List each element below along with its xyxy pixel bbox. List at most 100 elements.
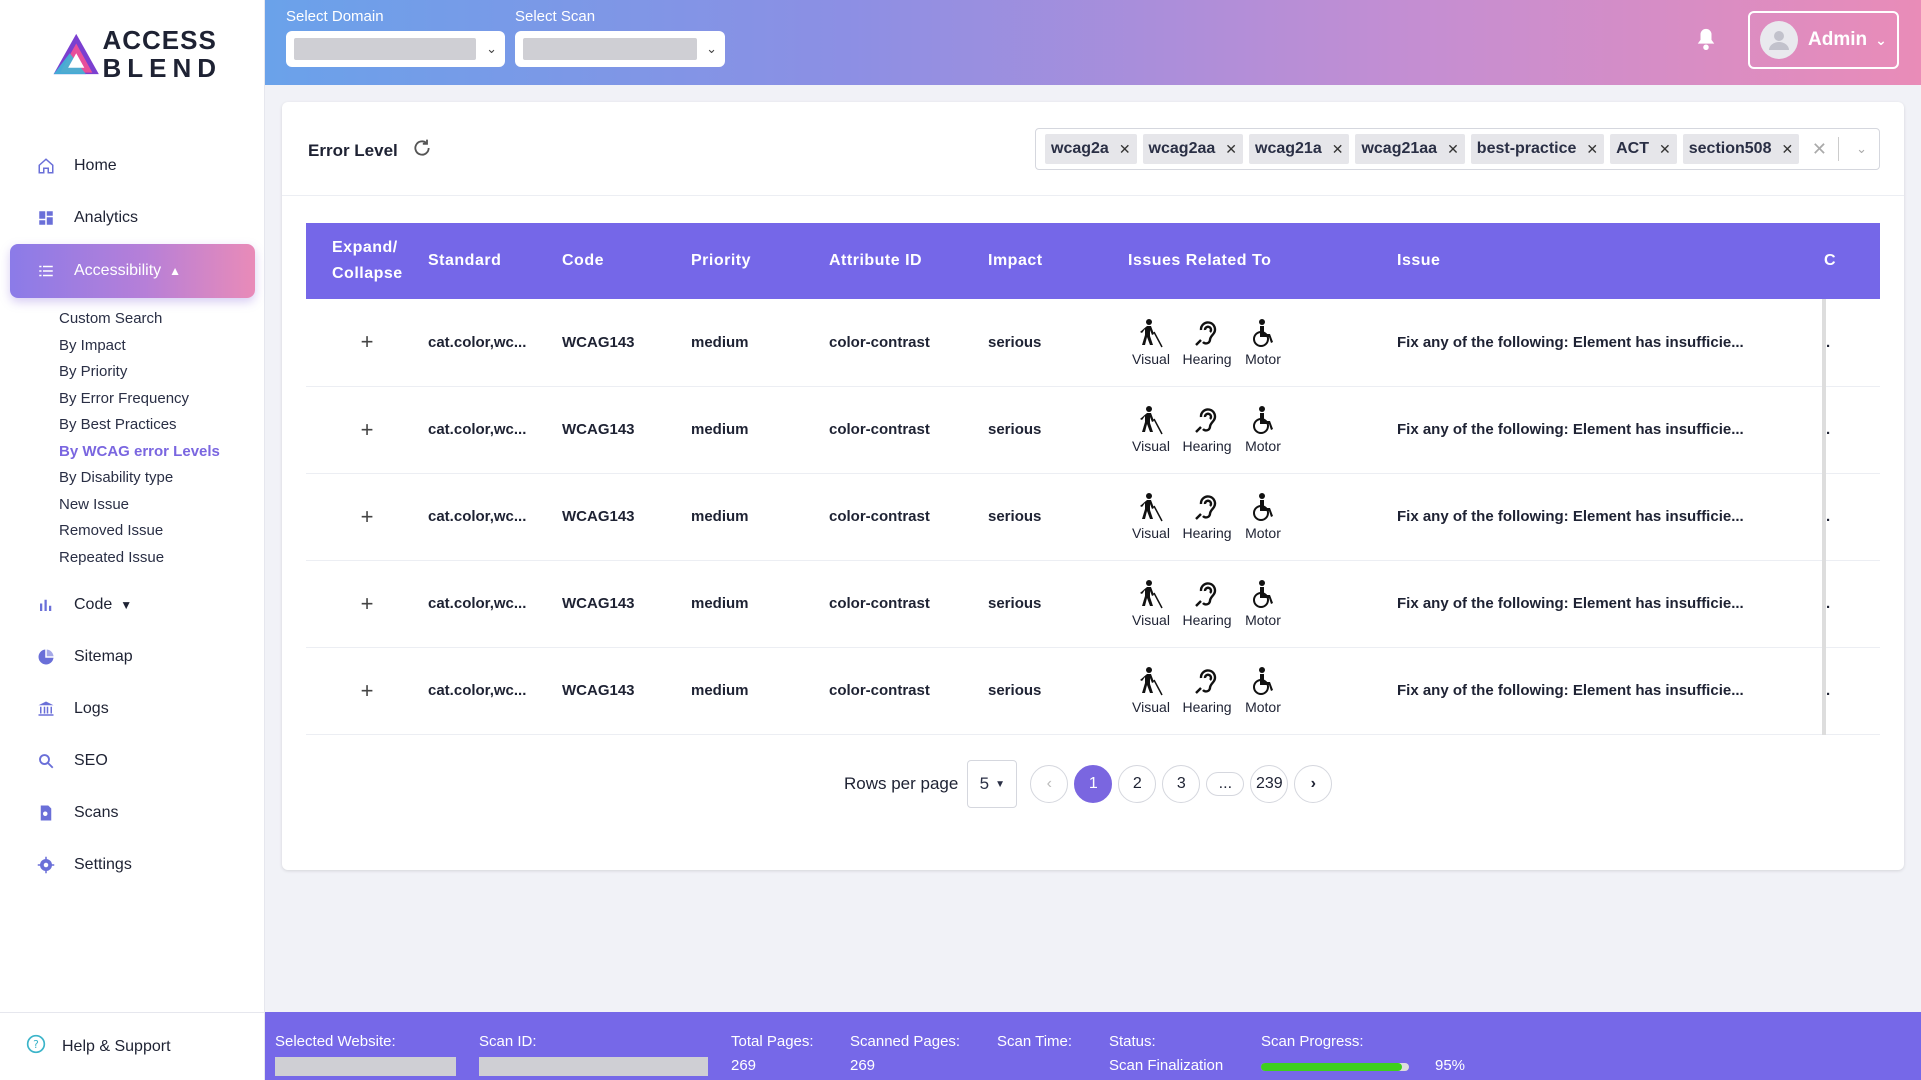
sidebar: ACCESS BLEND Home Analytics Accessibilit… xyxy=(0,0,265,1080)
panel-header: Error Level wcag2a ✕ wcag2aa ✕ wcag21a ✕ wc… xyxy=(282,102,1904,196)
col-issue[interactable]: Issue xyxy=(1397,223,1824,299)
subnav-by-priority[interactable]: By Priority xyxy=(59,359,265,386)
user-menu-button[interactable]: Admin ⌄ xyxy=(1748,11,1899,69)
col-priority[interactable]: Priority xyxy=(691,223,829,299)
col-expand[interactable]: Expand/ Collapse xyxy=(306,223,428,299)
expand-button[interactable]: + xyxy=(306,299,428,386)
cell-extra: . xyxy=(1822,386,1880,473)
subnav-custom-search[interactable]: Custom Search xyxy=(59,306,265,333)
accessibility-subnav: Custom Search By Impact By Priority By E… xyxy=(0,298,265,579)
expand-button[interactable]: + xyxy=(306,560,428,647)
subnav-by-error-frequency[interactable]: By Error Frequency xyxy=(59,386,265,413)
close-icon[interactable]: ✕ xyxy=(1659,141,1671,158)
cell-issue: Fix any of the following: Element has in… xyxy=(1397,682,1744,699)
chevron-down-icon[interactable]: ⌄ xyxy=(1856,141,1867,157)
close-icon[interactable]: ✕ xyxy=(1225,141,1237,158)
cell-code: WCAG143 xyxy=(562,333,635,351)
cell-issue: Fix any of the following: Element has in… xyxy=(1397,421,1744,438)
related-label: Motor xyxy=(1245,525,1281,541)
page-button-1[interactable]: 1 xyxy=(1074,765,1113,803)
domain-select-value xyxy=(294,38,476,60)
nav-analytics[interactable]: Analytics xyxy=(0,192,265,244)
tag-label: section508 xyxy=(1688,140,1772,157)
related-label: Motor xyxy=(1245,350,1281,367)
related-label: Hearing xyxy=(1182,612,1232,628)
nav-sitemap[interactable]: Sitemap xyxy=(0,631,265,683)
table-row[interactable]: + cat.color,wc... WCAG143 medium color-contr… xyxy=(306,299,1880,386)
nav-scans[interactable]: Scans xyxy=(0,787,265,839)
scanned-pages-label: Scanned Pages: xyxy=(850,1033,961,1050)
page-button-2[interactable]: 2 xyxy=(1118,765,1157,803)
expand-button[interactable]: + xyxy=(306,386,428,473)
cell-issue: Fix any of the following: Element has in… xyxy=(1397,595,1744,612)
nav-logs[interactable]: Logs xyxy=(0,683,265,735)
subnav-removed-issue[interactable]: Removed Issue xyxy=(59,518,265,545)
close-icon[interactable]: ✕ xyxy=(1332,141,1344,158)
scan-status-bar: Selected Website: Scan ID: Total Pages: … xyxy=(265,1012,1921,1080)
cell-issues-related: Visual Hearing Motor xyxy=(1128,473,1397,560)
col-standard[interactable]: Standard xyxy=(428,223,562,299)
nav-settings[interactable]: Settings xyxy=(0,839,265,891)
related-label: Visual xyxy=(1132,350,1170,367)
expand-button[interactable]: + xyxy=(306,473,428,560)
rows-per-page-select[interactable]: 5 ▼ xyxy=(967,760,1018,808)
scan-id: Scan ID: xyxy=(479,1033,708,1076)
tag-wcag21aa: wcag21aa ✕ xyxy=(1355,134,1465,164)
prev-page-button[interactable]: ‹ xyxy=(1030,765,1069,803)
cell-attribute-id: color-contrast xyxy=(829,421,930,438)
hearing-related: Hearing xyxy=(1182,666,1232,715)
nav-code[interactable]: Code ▼ xyxy=(0,579,265,631)
expand-button[interactable]: + xyxy=(306,647,428,734)
table-row[interactable]: + cat.color,wc... WCAG143 medium color-contr… xyxy=(306,473,1880,560)
cell-extra: . xyxy=(1822,473,1880,560)
domain-select[interactable]: ⌄ xyxy=(286,31,505,67)
motor-icon xyxy=(1249,579,1277,612)
pie-chart-icon xyxy=(36,647,56,667)
subnav-repeated-issue[interactable]: Repeated Issue xyxy=(59,545,265,572)
list-icon xyxy=(36,261,56,281)
subnav-by-impact[interactable]: By Impact xyxy=(59,333,265,360)
nav-home[interactable]: Home xyxy=(0,140,265,192)
close-icon[interactable]: ✕ xyxy=(1781,141,1793,158)
cell-priority: medium xyxy=(691,682,749,699)
col-impact[interactable]: Impact xyxy=(988,223,1128,299)
chevron-left-icon: ‹ xyxy=(1046,775,1052,792)
clear-all-icon[interactable]: ✕ xyxy=(1812,139,1827,160)
domain-select-label: Select Domain xyxy=(286,8,384,25)
nav-accessibility[interactable]: Accessibility ▲ xyxy=(10,244,255,298)
cell-issues-related: Visual Hearing Motor xyxy=(1128,386,1397,473)
subnav-by-wcag-error-levels[interactable]: By WCAG error Levels xyxy=(59,439,265,466)
subnav-by-best-practices[interactable]: By Best Practices xyxy=(59,412,265,439)
hearing-icon xyxy=(1193,492,1221,525)
cell-extra: . xyxy=(1822,647,1880,734)
visual-related: Visual xyxy=(1128,579,1174,628)
chevron-up-icon: ▲ xyxy=(169,264,182,278)
page-button-last[interactable]: 239 xyxy=(1250,765,1289,803)
cell-issues-related: Visual Hearing Motor xyxy=(1128,560,1397,647)
motor-related: Motor xyxy=(1240,579,1286,628)
col-code[interactable]: Code xyxy=(562,223,691,299)
brand-logo[interactable]: ACCESS BLEND xyxy=(52,26,222,82)
subnav-new-issue[interactable]: New Issue xyxy=(59,492,265,519)
bell-icon[interactable] xyxy=(1695,27,1719,55)
next-page-button[interactable]: › xyxy=(1294,765,1333,803)
close-icon[interactable]: ✕ xyxy=(1586,141,1598,158)
scan-select[interactable]: ⌄ xyxy=(515,31,725,67)
close-icon[interactable]: ✕ xyxy=(1119,141,1131,158)
home-icon xyxy=(36,156,56,176)
nav-seo[interactable]: SEO xyxy=(0,735,265,787)
visual-icon xyxy=(1137,318,1165,351)
subnav-by-disability-type[interactable]: By Disability type xyxy=(59,465,265,492)
page-button-3[interactable]: 3 xyxy=(1162,765,1201,803)
table-row[interactable]: + cat.color,wc... WCAG143 medium color-contr… xyxy=(306,386,1880,473)
refresh-icon[interactable] xyxy=(412,138,432,163)
col-extra[interactable]: C xyxy=(1824,223,1880,299)
close-icon[interactable]: ✕ xyxy=(1447,141,1459,158)
col-issues-related[interactable]: Issues Related To xyxy=(1128,223,1397,299)
table-row[interactable]: + cat.color,wc... WCAG143 medium color-contr… xyxy=(306,647,1880,734)
table-row[interactable]: + cat.color,wc... WCAG143 medium color-contr… xyxy=(306,560,1880,647)
help-support-link[interactable]: ? Help & Support xyxy=(0,1012,265,1080)
hearing-icon xyxy=(1193,318,1221,351)
error-level-multiselect[interactable]: wcag2a ✕ wcag2aa ✕ wcag21a ✕ wcag21aa ✕ best… xyxy=(1035,128,1880,170)
col-attribute-id[interactable]: Attribute ID xyxy=(829,223,988,299)
